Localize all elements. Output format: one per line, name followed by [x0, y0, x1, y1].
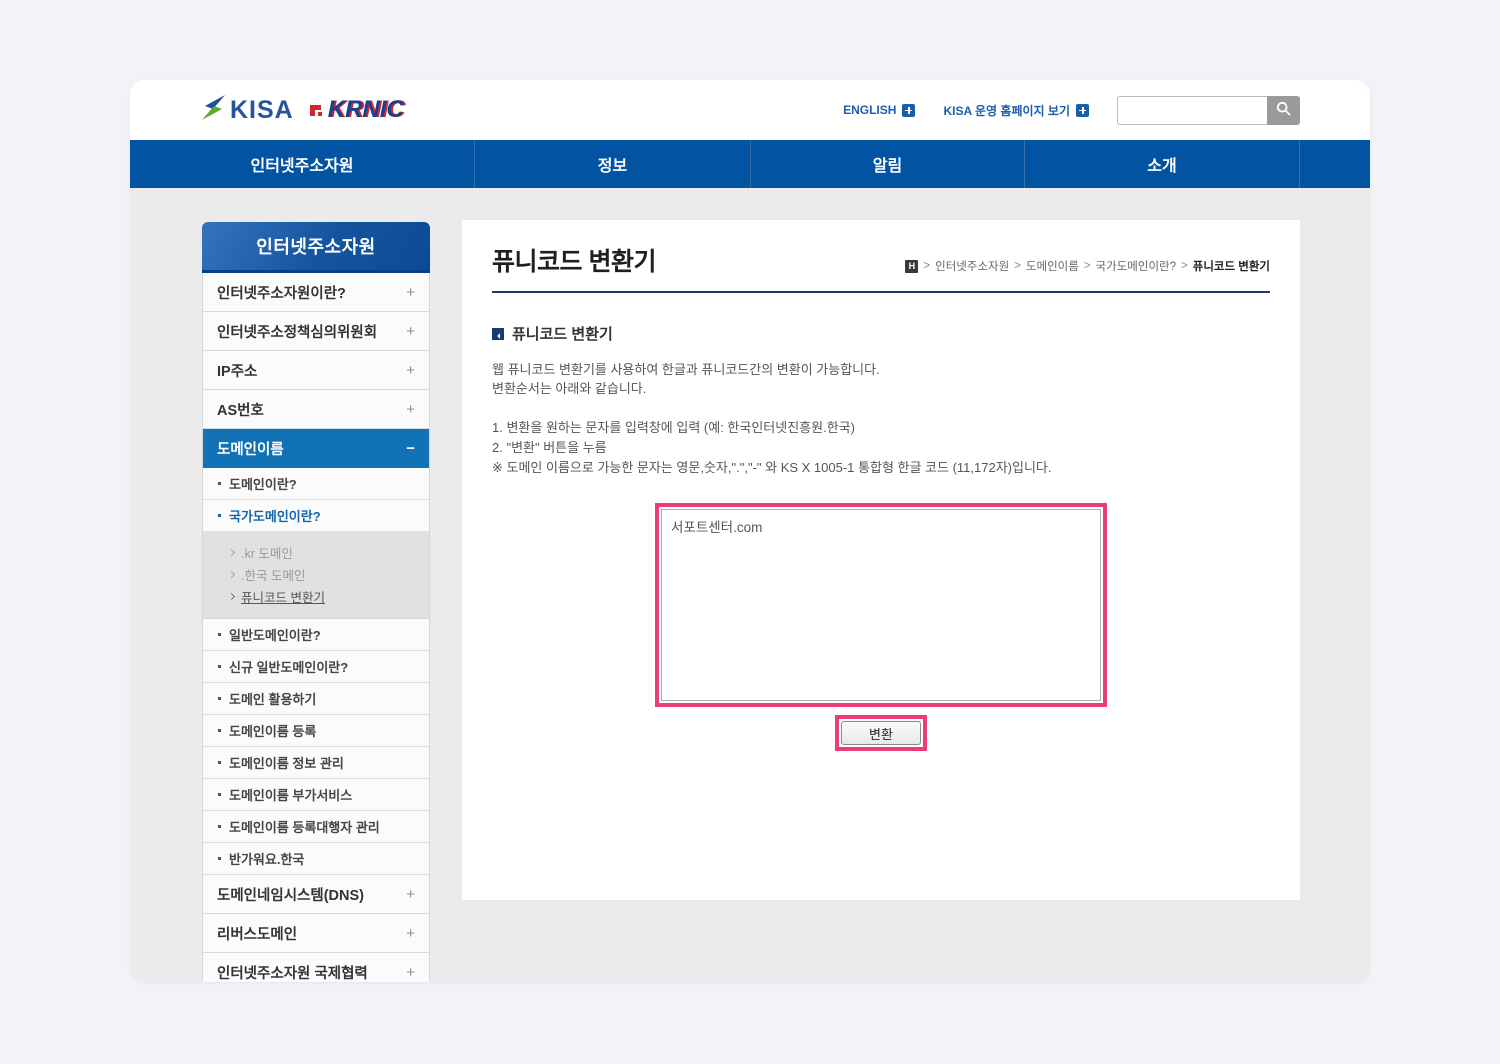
- sidebar-item-domain-registration[interactable]: 도메인이름 등록: [203, 715, 429, 747]
- sidebar: 인터넷주소자원 인터넷주소자원이란? + 인터넷주소정책심의위원회 + IP주소…: [202, 222, 430, 982]
- home-icon[interactable]: H: [905, 260, 918, 273]
- logo-group: KISA KRNIC: [200, 94, 404, 126]
- kisa-site-link[interactable]: KISA 운영 홈페이지 보기: [943, 102, 1089, 119]
- krnic-logo[interactable]: KRNIC: [310, 98, 404, 122]
- sidebar-item-as-number[interactable]: AS번호 +: [203, 390, 429, 429]
- instruction-step2: 2. "변환" 버튼을 누름: [492, 438, 1270, 458]
- convert-button[interactable]: 변환: [841, 721, 921, 745]
- sidebar-item-new-gtld[interactable]: 신규 일반도메인이란?: [203, 651, 429, 683]
- sidebar-item-dns[interactable]: 도메인네임시스템(DNS) +: [203, 875, 429, 914]
- krnic-logo-text: KRNIC: [328, 98, 404, 122]
- sidebar-item-what-is-cctld[interactable]: 국가도메인이란?: [203, 500, 429, 532]
- expand-plus-icon: +: [406, 964, 415, 981]
- main-navigation: 인터넷주소자원 정보 알림 소개: [130, 140, 1370, 188]
- plus-square-icon: [1076, 104, 1089, 117]
- bullet-dot-icon: [218, 482, 221, 485]
- page-card: KISA KRNIC ENGLISH KISA 운영 홈페이지 보기: [130, 80, 1370, 982]
- sidebar-menu: 인터넷주소자원이란? + 인터넷주소정책심의위원회 + IP주소 + AS번호 …: [202, 273, 430, 982]
- breadcrumb-item[interactable]: 국가도메인이란?: [1096, 258, 1176, 274]
- sidebar-item-use-domain[interactable]: 도메인 활용하기: [203, 683, 429, 715]
- kisa-logo-text: KISA: [230, 96, 294, 125]
- input-highlight-box: 서포트센터.com: [655, 503, 1107, 707]
- kisa-site-link-label: KISA 운영 홈페이지 보기: [943, 102, 1070, 119]
- search-icon: [1276, 101, 1291, 119]
- page-title: 퓨니코드 변환기: [492, 242, 656, 278]
- sidebar-submenu: .kr 도메인 .한국 도메인 퓨니코드 변환기: [203, 532, 429, 619]
- nav-item-notice[interactable]: 알림: [751, 140, 1025, 188]
- chevron-right-icon: [228, 570, 235, 577]
- bullet-dot-icon: [218, 665, 221, 668]
- sidebar-item-domain-info-management[interactable]: 도메인이름 정보 관리: [203, 747, 429, 779]
- section-title: 퓨니코드 변환기: [512, 323, 613, 344]
- instruction-step1: 1. 변환을 원하는 문자를 입력창에 입력 (예: 한국인터넷진흥원.한국): [492, 418, 1270, 438]
- bullet-dot-icon: [218, 697, 221, 700]
- sidebar-title: 인터넷주소자원: [202, 222, 430, 273]
- expand-plus-icon: +: [406, 362, 415, 379]
- expand-plus-icon: +: [406, 401, 415, 418]
- nav-item-info[interactable]: 정보: [475, 140, 751, 188]
- kisa-mark-icon: [200, 94, 227, 126]
- bullet-dot-icon: [218, 857, 221, 860]
- expand-plus-icon: +: [406, 925, 415, 942]
- english-link[interactable]: ENGLISH: [843, 103, 915, 117]
- section-heading: 퓨니코드 변환기: [492, 323, 1270, 344]
- expand-plus-icon: +: [406, 886, 415, 903]
- sidebar-item-ip-address[interactable]: IP주소 +: [203, 351, 429, 390]
- expand-plus-icon: +: [406, 284, 415, 301]
- description-line2: 변환순서는 아래와 같습니다.: [492, 380, 1270, 399]
- punycode-input-textarea[interactable]: 서포트센터.com: [661, 509, 1101, 701]
- bullet-dot-icon: [218, 825, 221, 828]
- bullet-dot-icon: [218, 514, 221, 517]
- sidebar-item-policy-committee[interactable]: 인터넷주소정책심의위원회 +: [203, 312, 429, 351]
- plus-square-icon: [902, 104, 915, 117]
- sidebar-item-what-is-internet-address[interactable]: 인터넷주소자원이란? +: [203, 273, 429, 312]
- header-utilities: ENGLISH KISA 운영 홈페이지 보기: [843, 96, 1300, 125]
- sidebar-item-welcome-hanguk[interactable]: 반가워요.한국: [203, 843, 429, 875]
- instruction-note: ※ 도메인 이름으로 가능한 문자는 영문,숫자,".","-" 와 KS X …: [492, 458, 1270, 478]
- kisa-logo[interactable]: KISA: [200, 94, 294, 126]
- section-bullet-icon: [492, 328, 504, 340]
- english-link-label: ENGLISH: [843, 103, 896, 117]
- bullet-dot-icon: [218, 633, 221, 636]
- description-line1: 웹 퓨니코드 변환기를 사용하여 한글과 퓨니코드간의 변환이 가능합니다.: [492, 361, 1270, 380]
- instructions: 1. 변환을 원하는 문자를 입력창에 입력 (예: 한국인터넷진흥원.한국) …: [492, 418, 1270, 478]
- bullet-dot-icon: [218, 761, 221, 764]
- sidebar-item-punycode-converter[interactable]: 퓨니코드 변환기: [203, 585, 429, 607]
- chevron-right-icon: [228, 592, 235, 599]
- sidebar-item-hanguk-domain[interactable]: .한국 도메인: [203, 563, 429, 585]
- sidebar-item-reverse-domain[interactable]: 리버스도메인 +: [203, 914, 429, 953]
- collapse-minus-icon: −: [406, 440, 415, 457]
- button-highlight-box: 변환: [835, 715, 927, 751]
- breadcrumb-item[interactable]: 인터넷주소자원: [935, 258, 1009, 274]
- nav-item-about[interactable]: 소개: [1025, 140, 1300, 188]
- nav-item-internet-address[interactable]: 인터넷주소자원: [130, 140, 475, 188]
- sidebar-item-domain-extra-services[interactable]: 도메인이름 부가서비스: [203, 779, 429, 811]
- breadcrumb: H > 인터넷주소자원 > 도메인이름 > 국가도메인이란? > 퓨니코드 변환…: [905, 258, 1270, 278]
- main-panel: 퓨니코드 변환기 H > 인터넷주소자원 > 도메인이름 > 국가도메인이란? …: [462, 220, 1300, 900]
- top-header: KISA KRNIC ENGLISH KISA 운영 홈페이지 보기: [130, 80, 1370, 140]
- krnic-mark-icon: [310, 101, 325, 122]
- sidebar-item-international-cooperation[interactable]: 인터넷주소자원 국제협력 +: [203, 953, 429, 982]
- chevron-right-icon: [228, 548, 235, 555]
- expand-plus-icon: +: [406, 323, 415, 340]
- search-input[interactable]: [1117, 96, 1267, 125]
- bullet-dot-icon: [218, 793, 221, 796]
- sidebar-item-domain-name[interactable]: 도메인이름 −: [203, 429, 429, 468]
- sidebar-item-registrar-management[interactable]: 도메인이름 등록대행자 관리: [203, 811, 429, 843]
- title-row: 퓨니코드 변환기 H > 인터넷주소자원 > 도메인이름 > 국가도메인이란? …: [492, 220, 1270, 293]
- nav-filler: [1300, 140, 1370, 188]
- description: 웹 퓨니코드 변환기를 사용하여 한글과 퓨니코드간의 변환이 가능합니다. 변…: [492, 361, 1270, 399]
- sidebar-item-what-is-gtld[interactable]: 일반도메인이란?: [203, 619, 429, 651]
- breadcrumb-current: 퓨니코드 변환기: [1193, 258, 1270, 274]
- search-box: [1117, 96, 1300, 125]
- breadcrumb-item[interactable]: 도메인이름: [1026, 258, 1079, 274]
- search-button[interactable]: [1267, 96, 1300, 125]
- content-area: 인터넷주소자원 인터넷주소자원이란? + 인터넷주소정책심의위원회 + IP주소…: [130, 188, 1370, 982]
- sidebar-item-kr-domain[interactable]: .kr 도메인: [203, 541, 429, 563]
- bullet-dot-icon: [218, 729, 221, 732]
- sidebar-item-what-is-domain[interactable]: 도메인이란?: [203, 468, 429, 500]
